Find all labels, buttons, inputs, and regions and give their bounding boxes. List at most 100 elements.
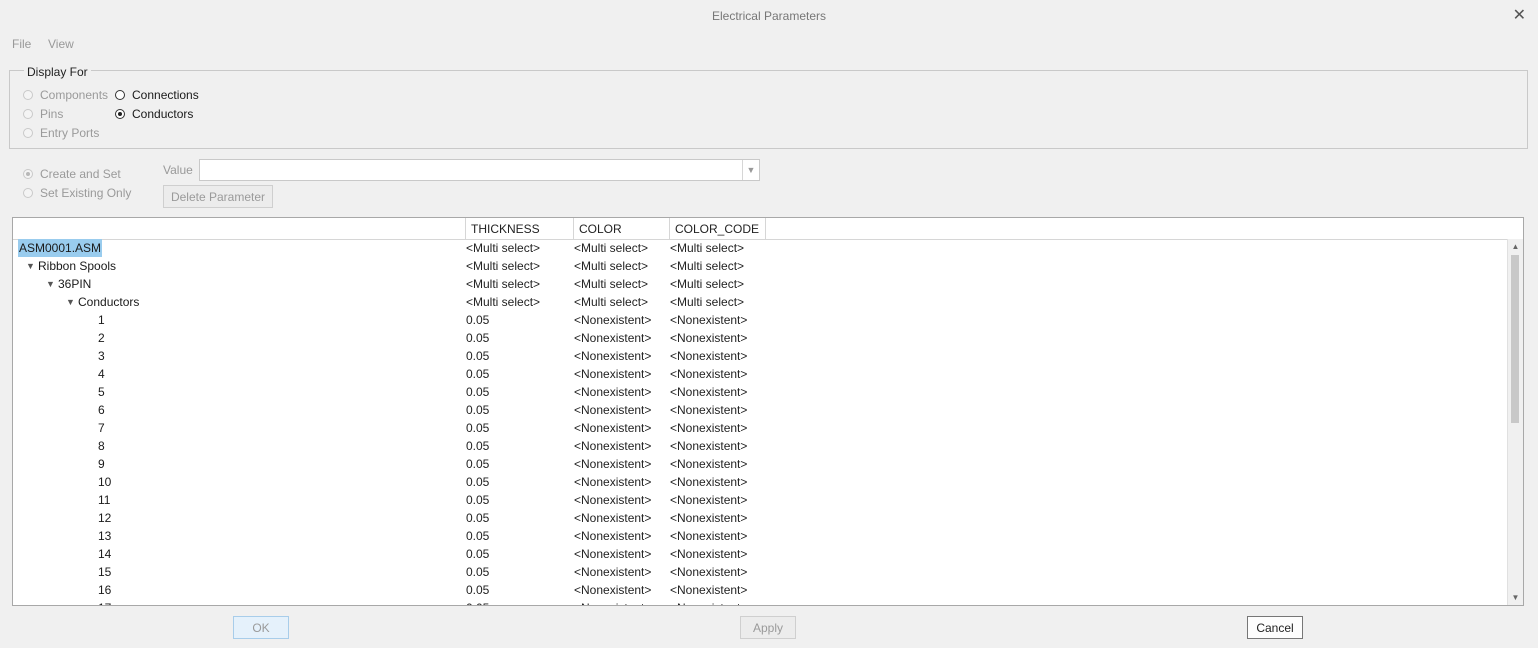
table-row[interactable]: ▼ Ribbon Spools <Multi select> <Multi selec…	[13, 257, 1507, 275]
tree-node-label[interactable]: 16	[98, 581, 111, 599]
table-row[interactable]: 11 0.05 <Nonexistent> <Nonexistent>	[13, 491, 1507, 509]
cell-color[interactable]: <Nonexistent>	[574, 401, 651, 419]
cell-color[interactable]: <Nonexistent>	[574, 491, 651, 509]
tree-node-label[interactable]: 14	[98, 545, 111, 563]
tree-node-label[interactable]: 36PIN	[58, 275, 91, 293]
tree-node-label[interactable]: 9	[98, 455, 105, 473]
cell-color-code[interactable]: <Multi select>	[670, 275, 744, 293]
table-row[interactable]: 12 0.05 <Nonexistent> <Nonexistent>	[13, 509, 1507, 527]
tree-node-label[interactable]: 11	[98, 491, 110, 509]
cell-color[interactable]: <Nonexistent>	[574, 383, 651, 401]
cell-color-code[interactable]: <Nonexistent>	[670, 581, 747, 599]
cell-color[interactable]: <Nonexistent>	[574, 311, 651, 329]
cell-color-code[interactable]: <Nonexistent>	[670, 527, 747, 545]
cell-color-code[interactable]: <Multi select>	[670, 293, 744, 311]
delete-parameter-button[interactable]: Delete Parameter	[163, 185, 273, 208]
cell-color[interactable]: <Multi select>	[574, 239, 648, 257]
table-row[interactable]: ASM0001.ASM <Multi select> <Multi select> <…	[13, 239, 1507, 257]
tree-node-label[interactable]: Conductors	[78, 293, 139, 311]
cell-color[interactable]: <Nonexistent>	[574, 509, 651, 527]
tree-node-label[interactable]: 13	[98, 527, 111, 545]
cell-thickness[interactable]: 0.05	[466, 383, 489, 401]
column-header-tree[interactable]	[13, 218, 465, 239]
radio-connections[interactable]: Connections	[115, 88, 199, 102]
cell-thickness[interactable]: 0.05	[466, 419, 489, 437]
table-row[interactable]: 6 0.05 <Nonexistent> <Nonexistent>	[13, 401, 1507, 419]
cell-color[interactable]: <Nonexistent>	[574, 419, 651, 437]
cell-thickness[interactable]: 0.05	[466, 545, 489, 563]
tree-node-label[interactable]: 12	[98, 509, 111, 527]
triangle-down-icon[interactable]: ▼	[46, 275, 55, 293]
cell-color-code[interactable]: <Multi select>	[670, 239, 744, 257]
menu-file[interactable]: File	[12, 37, 31, 51]
tree-node-label[interactable]: 3	[98, 347, 105, 365]
cell-thickness[interactable]: 0.05	[466, 401, 489, 419]
cell-color-code[interactable]: <Nonexistent>	[670, 473, 747, 491]
cell-thickness[interactable]: 0.05	[466, 365, 489, 383]
table-row[interactable]: 1 0.05 <Nonexistent> <Nonexistent>	[13, 311, 1507, 329]
cell-thickness[interactable]: 0.05	[466, 311, 489, 329]
value-combobox[interactable]: ▼	[199, 159, 760, 181]
cell-thickness[interactable]: 0.05	[466, 455, 489, 473]
radio-pins[interactable]: Pins	[23, 107, 63, 121]
tree-node-label[interactable]: 10	[98, 473, 111, 491]
radio-conductors[interactable]: Conductors	[115, 107, 193, 121]
cell-color-code[interactable]: <Nonexistent>	[670, 311, 747, 329]
tree-node-label[interactable]: 7	[98, 419, 105, 437]
table-row[interactable]: ▼ 36PIN <Multi select> <Multi select> <Multi…	[13, 275, 1507, 293]
scroll-up-icon[interactable]: ▲	[1508, 239, 1523, 254]
cell-color-code[interactable]: <Nonexistent>	[670, 329, 747, 347]
scroll-down-icon[interactable]: ▼	[1508, 590, 1523, 605]
cell-color[interactable]: <Nonexistent>	[574, 527, 651, 545]
cell-color-code[interactable]: <Nonexistent>	[670, 455, 747, 473]
cell-thickness[interactable]: 0.05	[466, 347, 489, 365]
cell-color-code[interactable]: <Nonexistent>	[670, 437, 747, 455]
tree-node-label[interactable]: 1	[98, 311, 105, 329]
cancel-button[interactable]: Cancel	[1247, 616, 1303, 639]
cell-thickness[interactable]: <Multi select>	[466, 293, 540, 311]
table-row[interactable]: 5 0.05 <Nonexistent> <Nonexistent>	[13, 383, 1507, 401]
cell-thickness[interactable]: 0.05	[466, 437, 489, 455]
table-row[interactable]: 8 0.05 <Nonexistent> <Nonexistent>	[13, 437, 1507, 455]
chevron-down-icon[interactable]: ▼	[742, 160, 759, 180]
table-row[interactable]: 14 0.05 <Nonexistent> <Nonexistent>	[13, 545, 1507, 563]
tree-node-label[interactable]: 2	[98, 329, 105, 347]
triangle-down-icon[interactable]: ▼	[26, 257, 35, 275]
table-row[interactable]: 4 0.05 <Nonexistent> <Nonexistent>	[13, 365, 1507, 383]
cell-thickness[interactable]: 0.05	[466, 491, 489, 509]
cell-color[interactable]: <Multi select>	[574, 275, 648, 293]
cell-thickness[interactable]: 0.05	[466, 599, 489, 605]
cell-color-code[interactable]: <Multi select>	[670, 257, 744, 275]
cell-thickness[interactable]: 0.05	[466, 563, 489, 581]
cell-color[interactable]: <Nonexistent>	[574, 599, 651, 605]
cell-color[interactable]: <Nonexistent>	[574, 455, 651, 473]
table-row[interactable]: 2 0.05 <Nonexistent> <Nonexistent>	[13, 329, 1507, 347]
table-row[interactable]: 10 0.05 <Nonexistent> <Nonexistent>	[13, 473, 1507, 491]
tree-node-label[interactable]: 4	[98, 365, 105, 383]
tree-node-label[interactable]: 5	[98, 383, 105, 401]
table-row[interactable]: 15 0.05 <Nonexistent> <Nonexistent>	[13, 563, 1507, 581]
tree-node-label[interactable]: 6	[98, 401, 105, 419]
cell-color[interactable]: <Nonexistent>	[574, 437, 651, 455]
cell-thickness[interactable]: <Multi select>	[466, 257, 540, 275]
cell-color[interactable]: <Nonexistent>	[574, 365, 651, 383]
cell-color-code[interactable]: <Nonexistent>	[670, 491, 747, 509]
triangle-down-icon[interactable]: ▼	[66, 293, 75, 311]
cell-color[interactable]: <Nonexistent>	[574, 563, 651, 581]
scroll-thumb[interactable]	[1511, 255, 1519, 423]
cell-color-code[interactable]: <Nonexistent>	[670, 545, 747, 563]
cell-color[interactable]: <Nonexistent>	[574, 329, 651, 347]
tree-node-label[interactable]: 8	[98, 437, 105, 455]
cell-color[interactable]: <Multi select>	[574, 257, 648, 275]
cell-color-code[interactable]: <Nonexistent>	[670, 383, 747, 401]
cell-thickness[interactable]: 0.05	[466, 581, 489, 599]
tree-node-label[interactable]: ASM0001.ASM	[18, 239, 103, 257]
cell-thickness[interactable]: 0.05	[466, 329, 489, 347]
cell-color-code[interactable]: <Nonexistent>	[670, 347, 747, 365]
close-icon[interactable]: ✕	[1513, 5, 1526, 25]
cell-thickness[interactable]: 0.05	[466, 473, 489, 491]
cell-color-code[interactable]: <Nonexistent>	[670, 563, 747, 581]
vertical-scrollbar[interactable]: ▲ ▼	[1507, 239, 1523, 605]
ok-button[interactable]: OK	[233, 616, 289, 639]
table-row[interactable]: 16 0.05 <Nonexistent> <Nonexistent>	[13, 581, 1507, 599]
